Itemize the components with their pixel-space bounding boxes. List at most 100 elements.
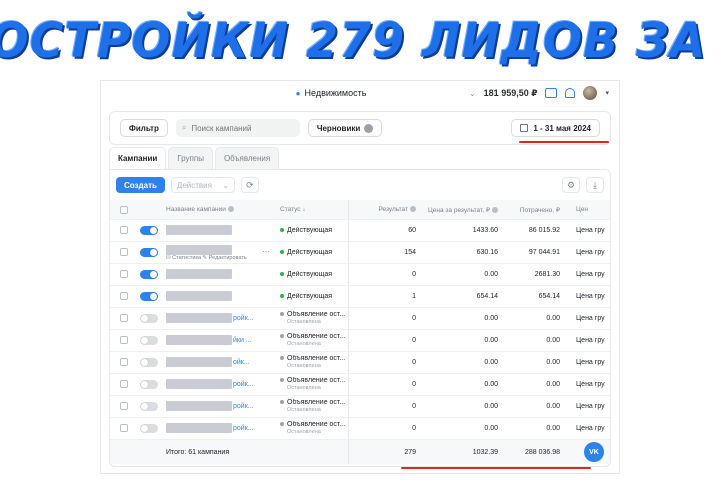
table-row[interactable]: ройк... Объявление ост... Остановлена 0 … <box>110 418 610 440</box>
row-checkbox[interactable] <box>120 424 128 432</box>
campaign-toggle[interactable] <box>140 248 158 257</box>
tab-campaigns[interactable]: Кампании <box>109 147 167 169</box>
calendar-icon <box>520 124 529 132</box>
gear-icon[interactable]: ⚙ <box>562 177 580 193</box>
search-box[interactable]: ⌕ <box>175 119 300 137</box>
status-cell: Объявление ост... Остановлена <box>280 399 348 413</box>
account-balance[interactable]: 181 959,50 ₽ <box>484 88 538 99</box>
campaign-name[interactable]: ройк... <box>166 313 286 323</box>
table-row[interactable]: ойк... Объявление ост... Остановлена 0 0… <box>110 352 610 374</box>
price-cell: 0.00 <box>484 359 498 366</box>
blurred-name <box>166 291 232 301</box>
campaign-name[interactable] <box>166 291 286 301</box>
avatar[interactable] <box>583 86 598 100</box>
blurred-name <box>166 245 232 255</box>
campaign-name-tail[interactable]: ройк... <box>233 403 254 410</box>
table-row[interactable]: ройк... Объявление ост... Остановлена 0 … <box>110 308 610 330</box>
header-spent[interactable]: Потрачено, ₽ <box>502 206 560 214</box>
strategy-cell: Цена гру <box>576 359 605 366</box>
strategy-cell: Цена гру <box>576 425 605 432</box>
download-icon[interactable]: ⤓ <box>586 177 604 193</box>
table-row[interactable]: Действующая 1 654.14 654.14 Цена гру <box>110 286 610 308</box>
bell-icon[interactable] <box>565 88 576 98</box>
status-dot-icon <box>280 334 284 339</box>
campaigns-table: Название кампании Статус ↓ Результат Цен… <box>110 200 610 466</box>
actions-select[interactable]: Действия ⌄ <box>170 177 235 193</box>
row-checkbox[interactable] <box>120 270 128 278</box>
blurred-name <box>166 313 232 323</box>
total-label: Итого: 61 кампания <box>166 448 230 456</box>
filter-button[interactable]: Фильтр <box>120 119 168 137</box>
campaign-toggle[interactable] <box>140 292 158 301</box>
drafts-button[interactable]: Черновики <box>307 119 383 137</box>
top-bar: ● Недвижимость ⌄ 181 959,50 ₽ ▾ <box>101 81 619 105</box>
vk-help-button[interactable]: VK <box>584 442 604 462</box>
strategy-cell: Цена гру <box>576 293 605 300</box>
campaign-toggle[interactable] <box>140 314 158 323</box>
campaign-name[interactable]: ойк... <box>166 357 286 367</box>
table-row[interactable]: йки ... Объявление ост... Остановлена 0 … <box>110 330 610 352</box>
row-checkbox[interactable] <box>120 226 128 234</box>
header-strategy[interactable]: Цен <box>576 206 616 213</box>
row-checkbox[interactable] <box>120 292 128 300</box>
campaign-name-tail[interactable]: ройк... <box>233 381 254 388</box>
row-actions[interactable]: ⛁ Статистика ✎ Редактировать <box>166 255 247 261</box>
result-cell: 0 <box>412 359 416 366</box>
campaign-toggle[interactable] <box>140 226 158 235</box>
date-highlight-underline <box>519 141 609 143</box>
refresh-icon[interactable]: ⟳ <box>240 177 259 193</box>
chevron-down-icon[interactable]: ▾ <box>605 89 609 97</box>
campaign-toggle[interactable] <box>140 270 158 279</box>
cabinet-selector[interactable]: ● Недвижимость ⌄ <box>296 88 476 98</box>
date-range-label: 1 - 31 мая 2024 <box>533 123 591 133</box>
campaign-name-tail[interactable]: ройк... <box>233 425 254 432</box>
header-status[interactable]: Статус ↓ <box>280 206 348 213</box>
table-row[interactable]: Действующая 0 0.00 2681.30 Цена гру <box>110 264 610 286</box>
table-row[interactable]: Действующая 60 1433.60 86 015.92 Цена гр… <box>110 220 610 242</box>
search-input[interactable] <box>191 123 292 133</box>
totals-highlight-underline <box>401 467 591 469</box>
row-checkbox[interactable] <box>120 358 128 366</box>
campaign-name-tail[interactable]: йки ... <box>233 337 252 344</box>
campaign-toggle[interactable] <box>140 424 158 433</box>
help-icon <box>227 206 234 213</box>
row-checkbox[interactable] <box>120 402 128 410</box>
header-name[interactable]: Название кампании <box>166 206 286 213</box>
header-result[interactable]: Результат <box>350 206 416 213</box>
table-row[interactable]: ⛁ Статистика ✎ Редактировать ··· Действую… <box>110 242 610 264</box>
table-row[interactable]: ройк... Объявление ост... Остановлена 0 … <box>110 374 610 396</box>
more-icon[interactable]: ··· <box>262 247 270 256</box>
create-button[interactable]: Создать <box>116 177 165 193</box>
drafts-label: Черновики <box>316 123 361 133</box>
campaign-toggle[interactable] <box>140 402 158 411</box>
campaign-toggle[interactable] <box>140 358 158 367</box>
campaign-name[interactable]: ройк... <box>166 423 286 433</box>
row-checkbox[interactable] <box>120 314 128 322</box>
help-icon <box>492 206 498 213</box>
select-all-checkbox[interactable] <box>120 206 128 214</box>
spent-cell: 2681.30 <box>534 271 560 278</box>
date-range-button[interactable]: 1 - 31 мая 2024 <box>511 119 600 137</box>
header-price[interactable]: Цена за результат, ₽ <box>420 206 498 214</box>
row-checkbox[interactable] <box>120 336 128 344</box>
campaign-name-tail[interactable]: ойк... <box>233 359 250 366</box>
campaign-name[interactable]: йки ... <box>166 335 286 345</box>
blurred-name <box>166 225 232 235</box>
campaign-name[interactable] <box>166 225 286 235</box>
table-row[interactable]: ройк... Объявление ост... Остановлена 0 … <box>110 396 610 418</box>
campaign-name[interactable]: ройк... <box>166 379 286 389</box>
campaign-name[interactable] <box>166 269 286 279</box>
folder-icon[interactable] <box>545 88 558 98</box>
campaign-name[interactable]: ройк... <box>166 401 286 411</box>
row-checkbox[interactable] <box>120 380 128 388</box>
tab-groups[interactable]: Группы <box>168 147 213 169</box>
result-cell: 60 <box>408 227 416 234</box>
campaign-name-tail[interactable]: ройк... <box>233 315 254 322</box>
blurred-name <box>166 401 232 411</box>
strategy-cell: Цена гру <box>576 315 605 322</box>
tab-ads[interactable]: Объявления <box>214 147 280 169</box>
price-cell: 630.16 <box>476 249 498 256</box>
row-checkbox[interactable] <box>120 248 128 256</box>
campaign-toggle[interactable] <box>140 336 158 345</box>
campaign-toggle[interactable] <box>140 380 158 389</box>
